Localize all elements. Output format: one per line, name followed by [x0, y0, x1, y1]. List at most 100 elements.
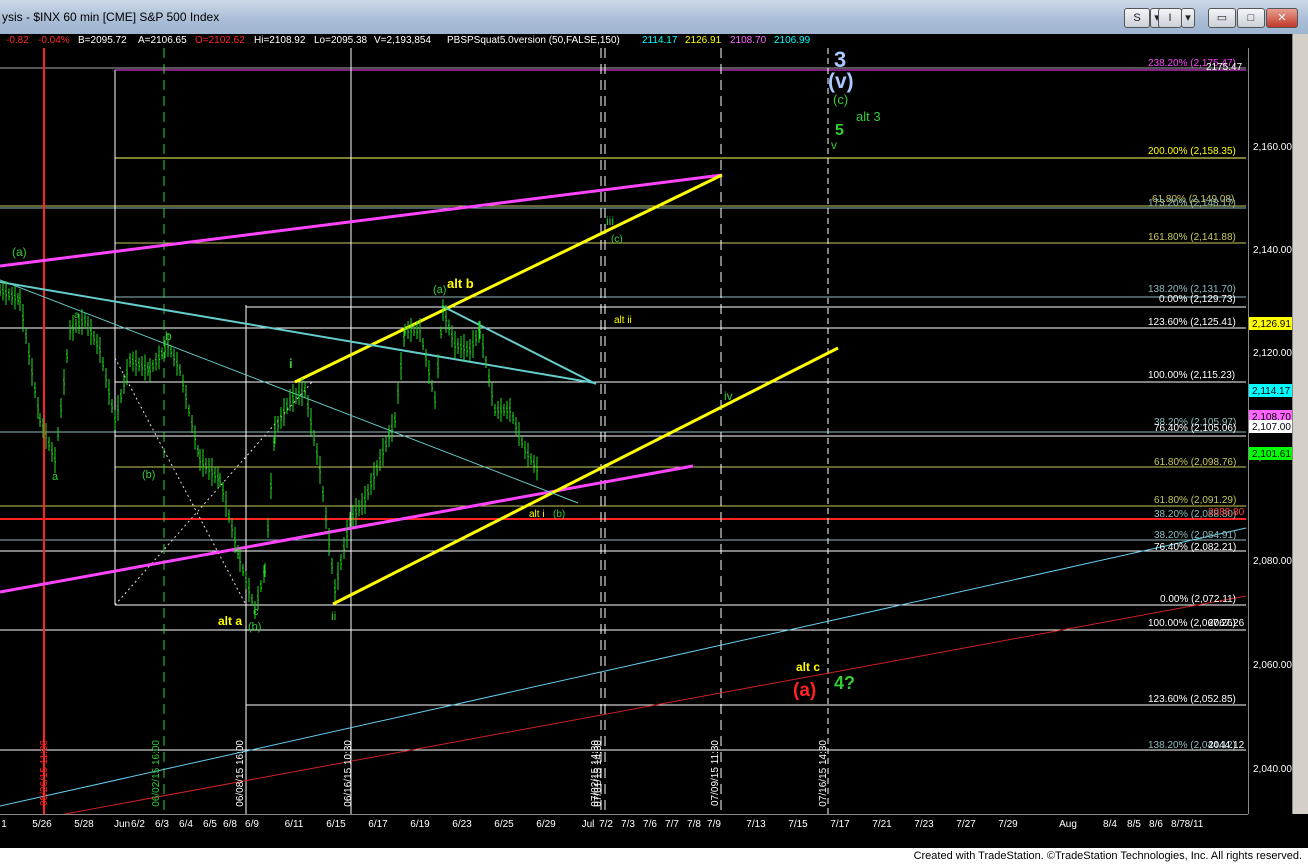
price-marker-text: 2,114.17: [1252, 386, 1291, 397]
price-bar: [460, 336, 462, 358]
style-button[interactable]: S: [1124, 8, 1150, 28]
wave-label: alt i: [529, 509, 545, 520]
time-axis-label: 7/15: [788, 819, 808, 830]
price-bar: [135, 350, 137, 376]
price-bar: [451, 325, 453, 348]
fib-label: 2044.12: [1208, 740, 1245, 751]
price-bar: [69, 320, 71, 340]
wave-label: (a): [793, 680, 816, 701]
price-bar: [17, 293, 19, 305]
wave-label: alt c: [796, 660, 820, 674]
price-bar: [63, 369, 65, 395]
bid-value: B=2095.72: [78, 35, 127, 46]
wave-label: c: [253, 606, 259, 618]
price-bar: [280, 407, 282, 429]
price-bar: [536, 456, 538, 481]
price-bar: [437, 354, 439, 379]
price-bar: [75, 319, 77, 333]
wave-label: 4?: [834, 673, 855, 693]
price-bar: [485, 356, 487, 368]
time-axis-label: 7/13: [746, 819, 766, 830]
price-bar: [355, 498, 357, 526]
maximize-button[interactable]: □: [1237, 8, 1265, 28]
price-bar: [469, 339, 471, 361]
price-axis-tick: 2,120.00: [1253, 348, 1292, 359]
price-axis[interactable]: 2,160.002,140.002,120.002,100.002,080.00…: [1248, 48, 1293, 814]
price-bar: [34, 382, 36, 398]
time-axis-label: 8/11: [1185, 819, 1204, 830]
indicator-value-4: 2106.99: [774, 35, 811, 46]
price-bar: [400, 352, 402, 380]
price-bar: [425, 349, 427, 367]
window-title: ysis - $INX 60 min [CME] S&P 500 Index: [2, 10, 220, 24]
close-button[interactable]: ✕: [1266, 8, 1298, 28]
time-axis-label: 7/17: [830, 819, 850, 830]
price-bar: [31, 358, 33, 386]
price-marker-text: 2,107.00: [1252, 422, 1291, 433]
vline-date-label: 05/26/15 11:30: [39, 740, 50, 806]
price-bar: [497, 401, 499, 419]
price-bar: [120, 389, 122, 403]
price-bar: [111, 399, 113, 413]
vline-date-label: 07/16/15 14:30: [818, 740, 829, 807]
time-axis-label: Aug: [1059, 819, 1077, 830]
price-bar: [149, 358, 151, 382]
time-axis[interactable]: 1 5/26 5/28 Jun 6/2 6/3 6/4 6/5 6/8 6/9 6/11 6/15 6/…: [0, 814, 1248, 837]
price-bar: [322, 486, 324, 502]
price-bar: [147, 362, 149, 376]
price-bar: [524, 441, 526, 459]
price-bar: [211, 458, 213, 486]
price-bar: [428, 360, 430, 384]
wave-label: i: [289, 356, 293, 371]
time-axis-label: 6/23: [452, 819, 472, 830]
price-bar: [66, 349, 68, 363]
high-value: Hi=2108.92: [254, 35, 306, 46]
price-marker: 2,126.91: [1249, 317, 1293, 330]
wave-label: (b): [553, 509, 565, 520]
price-bar: [242, 564, 244, 576]
open-value: O=2102.62: [195, 35, 245, 46]
price-bar: [57, 427, 59, 441]
price-bar: [334, 579, 336, 601]
price-bar: [509, 398, 511, 422]
info-button[interactable]: I: [1158, 8, 1182, 28]
minimize-button[interactable]: ▭: [1208, 8, 1236, 28]
price-bar: [394, 412, 396, 428]
price-bar: [533, 454, 535, 473]
time-axis-label: 7/8: [687, 819, 701, 830]
time-axis-label: 7/2: [599, 819, 613, 830]
trendline: [332, 346, 839, 606]
price-bar: [170, 345, 172, 358]
price-bar: [161, 347, 163, 360]
price-bar: [8, 288, 10, 301]
price-bar: [222, 482, 224, 502]
fib-label: 38.20% (2,084.91): [1154, 530, 1236, 541]
tradestation-credit: Created with TradeStation. ©TradeStation…: [913, 850, 1302, 862]
price-bar: [0, 284, 1, 296]
price-bar: [370, 473, 372, 495]
vertical-scrollbar[interactable]: [1292, 34, 1308, 814]
price-bar: [239, 548, 241, 572]
price-bar: [391, 414, 393, 442]
price-bar: [188, 404, 190, 417]
price-bar: [298, 383, 300, 405]
price-bar: [340, 554, 342, 570]
fib-label: 0.00% (2,072.11): [1160, 594, 1236, 605]
time-axis-label: 7/29: [998, 819, 1018, 830]
structure-line: [114, 381, 313, 606]
price-bar: [245, 571, 247, 589]
price-bar: [51, 442, 53, 462]
price-marker: 2,107.00: [1249, 420, 1293, 433]
time-axis-label: 6/11: [285, 819, 304, 830]
title-bar[interactable]: ysis - $INX 60 min [CME] S&P 500 Index S…: [0, 0, 1308, 35]
price-bar: [45, 423, 47, 449]
price-bar: [506, 401, 508, 419]
price-bar: [225, 491, 227, 517]
chart-window: ysis - $INX 60 min [CME] S&P 500 Index S…: [0, 0, 1308, 864]
price-bar: [191, 415, 193, 433]
price-chart-plot[interactable]: 238.20% (2,175.47)2175.47200.00% (2,158.…: [0, 48, 1248, 814]
price-bar: [48, 437, 50, 451]
price-bar: [286, 398, 288, 414]
info-dropdown-icon[interactable]: ▾: [1181, 8, 1195, 28]
wave-label: alt 3: [856, 109, 881, 124]
